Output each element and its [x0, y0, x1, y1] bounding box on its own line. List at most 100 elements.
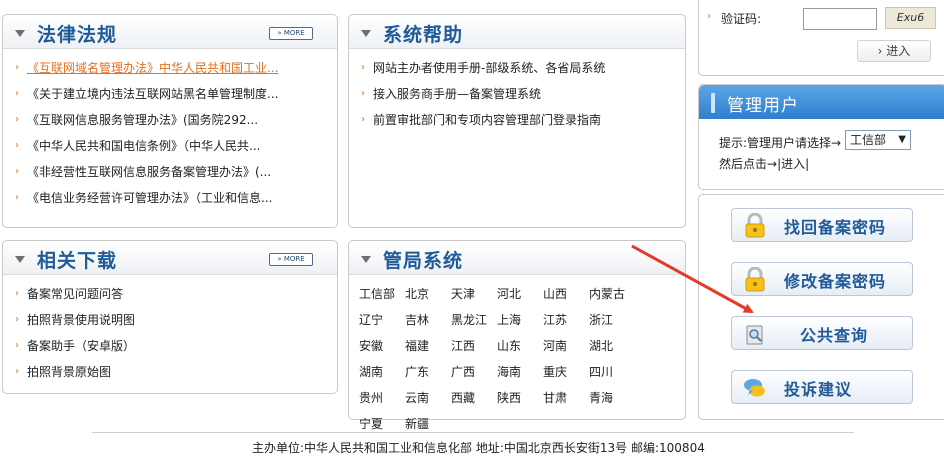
province-link[interactable]: 广西 — [451, 363, 497, 389]
bureau-header: 管局系统 — [349, 241, 685, 275]
collapse-triangle-icon[interactable] — [15, 256, 25, 263]
province-link[interactable]: 山西 — [543, 285, 589, 311]
captcha-image[interactable]: Exu6 — [885, 7, 936, 29]
bullet-icon: › — [707, 11, 711, 22]
collapse-triangle-icon[interactable] — [361, 30, 371, 37]
province-link[interactable]: 辽宁 — [359, 311, 405, 337]
list-item[interactable]: › 网站主办者使用手册-部级系统、各省局系统 — [361, 59, 675, 85]
collapse-triangle-icon[interactable] — [15, 30, 25, 37]
footer-divider — [92, 432, 854, 433]
province-link[interactable]: 广东 — [405, 363, 451, 389]
laws-more-button[interactable]: » MORE — [269, 27, 313, 40]
province-link[interactable]: 江苏 — [543, 311, 589, 337]
bureau-title: 管局系统 — [383, 250, 464, 272]
province-link[interactable]: 青海 — [589, 389, 635, 415]
list-item[interactable]: › 备案常见问题问答 — [15, 285, 327, 311]
province-link[interactable]: 北京 — [405, 285, 451, 311]
list-item[interactable]: › 《非经营性互联网信息服务备案管理办法》(... — [15, 163, 327, 189]
modify-password-button[interactable]: 修改备案密码 — [731, 262, 913, 296]
footer-text: 主办单位:中华人民共和国工业和信息化部 地址:中国北京西长安街13号 邮编:10… — [252, 441, 705, 455]
admin-panel: 管理用户 提示:管理用户请选择→ 工信部 ▼ 然后点击→|进入| — [698, 84, 944, 190]
downloads-title: 相关下载 — [37, 250, 118, 272]
lock-icon — [745, 213, 765, 238]
list-item[interactable]: › 《关于建立境内违法互联网站黑名单管理制度... — [15, 85, 327, 111]
admin-title: 管理用户 — [727, 96, 799, 116]
province-link[interactable]: 海南 — [497, 363, 543, 389]
province-link[interactable]: 新疆 — [405, 415, 451, 441]
downloads-header: 相关下载 » MORE — [3, 241, 337, 275]
header-bar-icon — [711, 93, 715, 113]
list-item[interactable]: › 《电信业务经营许可管理办法》（工业和信息... — [15, 189, 327, 215]
province-link[interactable]: 甘肃 — [543, 389, 589, 415]
province-link[interactable]: 河南 — [543, 337, 589, 363]
province-link[interactable]: 贵州 — [359, 389, 405, 415]
list-item[interactable]: › 拍照背景原始图 — [15, 363, 327, 389]
public-query-button[interactable]: 公共查询 — [731, 316, 913, 350]
admin-hint: 提示:管理用户请选择→ — [719, 136, 842, 150]
modify-password-label: 修改备案密码 — [784, 272, 887, 291]
list-item[interactable]: › 前置审批部门和专项内容管理部门登录指南 — [361, 111, 675, 137]
login-submit-button[interactable]: › 进入 — [857, 40, 931, 62]
province-link[interactable]: 工信部 — [359, 285, 405, 311]
downloads-panel: 相关下载 » MORE › 备案常见问题问答 › 拍照背景使用说明图 › 备案助手（安… — [2, 240, 338, 394]
province-grid: 工信部 北京 天津 河北 山西 内蒙古辽宁 吉林 黑龙江 上海 江苏 浙江安徽 福建 江西 山东 河南 湖北湖… — [359, 285, 669, 441]
province-link[interactable]: 上海 — [497, 311, 543, 337]
province-link[interactable]: 内蒙古 — [589, 285, 635, 311]
bullet-icon: › — [15, 314, 19, 325]
list-item[interactable]: › 拍照背景使用说明图 — [15, 311, 327, 337]
login-panel: › 验证码: Exu6 › 进入 — [698, 0, 944, 76]
list-item[interactable]: › 《中华人民共和国电信条例》（中华人民共... — [15, 137, 327, 163]
bullet-icon: › — [15, 192, 19, 203]
bullet-icon: › — [361, 62, 365, 73]
bullet-icon: › — [15, 340, 19, 351]
list-item[interactable]: › 《互联网信息服务管理办法》(国务院292... — [15, 111, 327, 137]
bureau-panel: 管局系统 工信部 北京 天津 河北 山西 内蒙古辽宁 吉林 黑龙江 上海 江苏 浙江安徽 福建 江西 山东… — [348, 240, 686, 431]
complaint-button[interactable]: 投诉建议 — [731, 370, 913, 404]
collapse-triangle-icon[interactable] — [361, 256, 371, 263]
list-item[interactable]: › 备案助手（安卓版） — [15, 337, 327, 363]
bullet-icon: › — [15, 366, 19, 377]
province-link[interactable]: 天津 — [451, 285, 497, 311]
laws-header: 法律法规 » MORE — [3, 15, 337, 49]
admin-then: 然后点击→|进入| — [719, 157, 810, 171]
admin-select[interactable]: 工信部 ▼ — [845, 130, 911, 150]
province-link[interactable]: 宁夏 — [359, 415, 405, 441]
help-header: 系统帮助 — [349, 15, 685, 49]
dropdown-arrow-icon: ▼ — [898, 134, 906, 145]
retrieve-password-label: 找回备案密码 — [784, 218, 887, 237]
laws-title: 法律法规 — [37, 24, 118, 46]
bullet-icon: › — [15, 88, 19, 99]
province-link[interactable]: 湖南 — [359, 363, 405, 389]
province-link[interactable]: 云南 — [405, 389, 451, 415]
province-link[interactable]: 河北 — [497, 285, 543, 311]
province-link[interactable]: 黑龙江 — [451, 311, 497, 337]
bullet-icon: › — [15, 114, 19, 125]
province-link[interactable]: 重庆 — [543, 363, 589, 389]
province-link[interactable]: 安徽 — [359, 337, 405, 363]
bullet-icon: › — [361, 114, 365, 125]
complaint-label: 投诉建议 — [784, 380, 853, 399]
list-item[interactable]: › 接入服务商手册—备案管理系统 — [361, 85, 675, 111]
province-link[interactable]: 山东 — [497, 337, 543, 363]
downloads-more-button[interactable]: » MORE — [269, 253, 313, 266]
province-link[interactable]: 吉林 — [405, 311, 451, 337]
chat-bubble-icon — [744, 379, 765, 397]
actions-panel: 找回备案密码 修改备案密码 公共查询 投诉建议 — [698, 194, 944, 420]
province-link[interactable]: 四川 — [589, 363, 635, 389]
bullet-icon: › — [15, 62, 19, 73]
province-link[interactable]: 湖北 — [589, 337, 635, 363]
province-link[interactable]: 江西 — [451, 337, 497, 363]
province-link[interactable]: 陕西 — [497, 389, 543, 415]
laws-panel: 法律法规 » MORE › 《互联网域名管理办法》中华人民共和国工业... › 《关… — [2, 14, 338, 228]
captcha-input[interactable] — [803, 8, 877, 30]
retrieve-password-button[interactable]: 找回备案密码 — [731, 208, 913, 242]
admin-enter-link[interactable]: |进入| — [777, 157, 809, 171]
province-link[interactable]: 浙江 — [589, 311, 635, 337]
province-link[interactable]: 福建 — [405, 337, 451, 363]
list-item[interactable]: › 《互联网域名管理办法》中华人民共和国工业... — [15, 59, 327, 85]
province-link[interactable]: 西藏 — [451, 389, 497, 415]
public-query-label: 公共查询 — [800, 326, 869, 345]
admin-header: 管理用户 — [699, 85, 944, 119]
help-title: 系统帮助 — [383, 24, 464, 46]
bullet-icon: › — [361, 88, 365, 99]
